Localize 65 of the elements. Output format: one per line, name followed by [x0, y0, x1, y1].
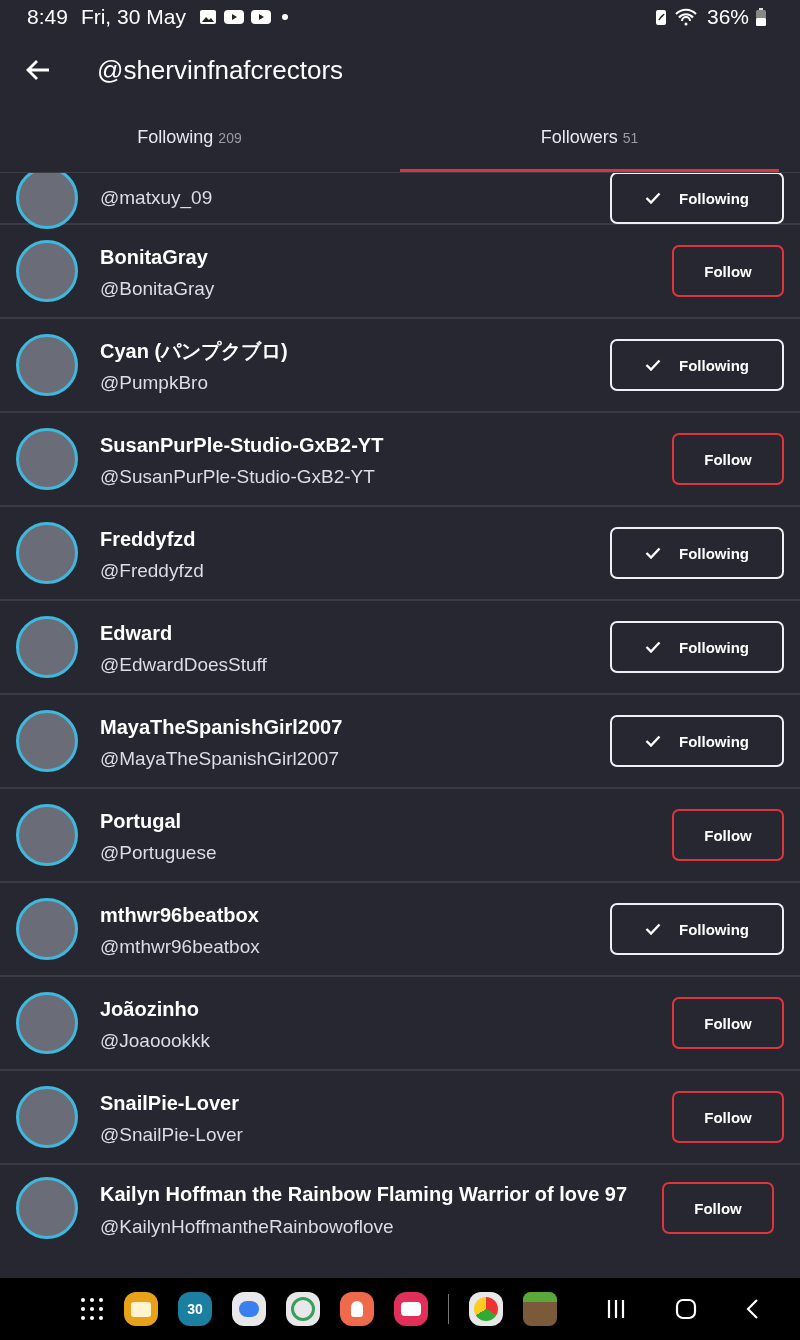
calendar-app-icon[interactable]: 30 — [178, 1292, 212, 1326]
user-handle: @PumpkBro — [100, 372, 209, 394]
user-name: SusanPurPle-Studio-GxB2-YT — [100, 433, 385, 458]
user-name: Joãozinho — [100, 997, 200, 1022]
user-handle: @matxuy_09 — [100, 187, 214, 209]
following-button[interactable]: Following — [610, 903, 784, 955]
user-handle: @Joaoookkk — [100, 1030, 212, 1052]
user-name: Freddyfzd — [100, 527, 197, 552]
home-icon[interactable] — [675, 1298, 697, 1320]
following-button[interactable]: Following — [610, 339, 784, 391]
user-name: BonitaGray — [100, 245, 209, 270]
user-name: Kailyn Hoffman the Rainbow Flaming Warrior of love 97 — [100, 1182, 629, 1207]
tab[interactable]: Following 209 — [0, 106, 379, 172]
follow-button[interactable]: Follow — [672, 809, 784, 861]
status-time: 8:49 — [27, 5, 68, 29]
status-date: Fri, 30 May — [80, 5, 186, 29]
app-grid-icon[interactable] — [80, 1297, 104, 1321]
user-name: MayaTheSpanishGirl2007 — [100, 715, 344, 740]
notification-dot-icon — [281, 14, 288, 20]
following-button[interactable]: Following — [610, 715, 784, 767]
following-button[interactable]: Following — [610, 173, 784, 224]
chat-bubble-app-icon[interactable] — [232, 1292, 266, 1326]
contacts-app-icon[interactable] — [340, 1292, 374, 1326]
following-button[interactable]: Following — [610, 621, 784, 673]
check-icon — [645, 923, 661, 935]
follow-button[interactable]: Follow — [672, 997, 784, 1049]
battery-percentage: 36% — [706, 5, 749, 29]
user-handle: @Freddyfzd — [100, 560, 205, 582]
user-name: Portugal — [100, 809, 183, 834]
check-icon — [645, 547, 661, 559]
folder-app-icon[interactable] — [124, 1292, 158, 1326]
recent-apps-icon[interactable] — [605, 1298, 627, 1320]
grass-block-app-icon[interactable] — [523, 1292, 557, 1326]
profile-handle-title: @shervinfnafcrectors — [97, 54, 344, 86]
follow-button[interactable]: Follow — [672, 433, 784, 485]
back-arrow-icon[interactable] — [25, 59, 51, 81]
user-name: Cyan (パンプクブロ) — [100, 339, 289, 364]
user-handle: @Portuguese — [100, 842, 218, 864]
user-handle: @EdwardDoesStuff — [100, 654, 268, 676]
gallery-icon — [198, 9, 217, 25]
follow-button[interactable]: Follow — [662, 1182, 774, 1234]
user-name: Edward — [100, 621, 174, 646]
user-handle: @SusanPurPle-Studio-GxB2-YT — [100, 466, 376, 488]
user-handle: @SnailPie-Lover — [100, 1124, 244, 1146]
check-icon — [645, 641, 661, 653]
battery-icon — [756, 8, 766, 26]
user-handle: @MayaTheSpanishGirl2007 — [100, 748, 340, 770]
user-handle: @KailynHoffmantheRainbowoflove — [100, 1216, 395, 1238]
follow-button[interactable]: Follow — [672, 245, 784, 297]
back-icon[interactable] — [745, 1298, 759, 1320]
video-play-icon — [250, 10, 271, 24]
wifi-icon — [673, 8, 698, 26]
check-icon — [645, 359, 661, 371]
user-name: SnailPie-Lover — [100, 1091, 240, 1116]
battery-saver-icon — [654, 8, 667, 26]
following-button[interactable]: Following — [610, 527, 784, 579]
user-handle: @mthwr96beatbox — [100, 936, 261, 958]
check-icon — [645, 192, 661, 204]
user-name: mthwr96beatbox — [100, 903, 260, 928]
follow-button[interactable]: Follow — [672, 1091, 784, 1143]
check-icon — [645, 735, 661, 747]
user-handle: @BonitaGray — [100, 278, 216, 300]
avatar-placeholder[interactable] — [16, 173, 78, 229]
tab[interactable]: Followers 51 — [400, 106, 779, 172]
video-play-icon — [223, 10, 244, 24]
